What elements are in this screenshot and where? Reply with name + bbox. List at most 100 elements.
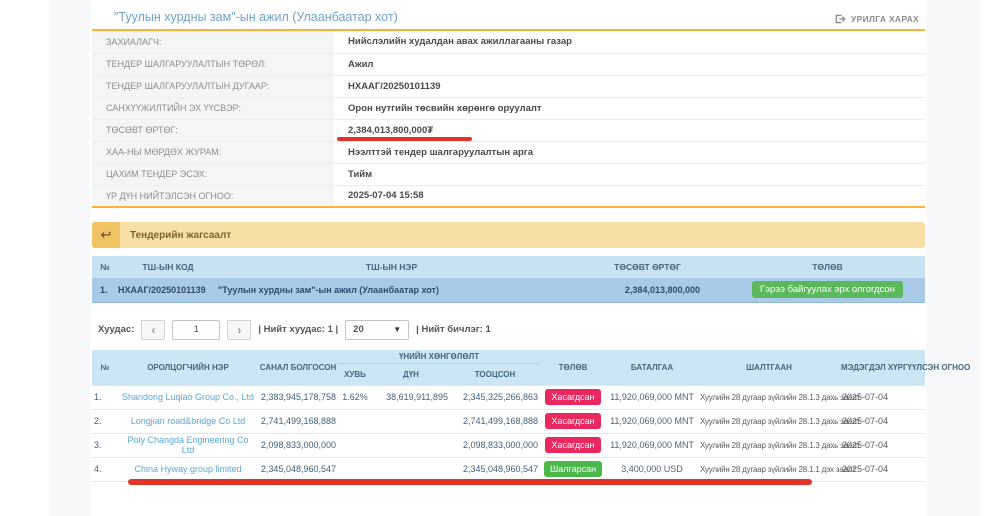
discount-percent — [338, 457, 372, 481]
participant-row: 3. Poly Changda Engineering Co Ltd 2,098… — [92, 433, 925, 457]
detail-row: ХАА-НЫ МӨРДӨХ ЖУРАМ:Нээлттэй тендер шалг… — [92, 141, 925, 163]
view-invitation-link[interactable]: УРИЛГА ХАРАХ — [835, 14, 919, 24]
detail-row: ТЕНДЕР ШАЛГАРУУЛАЛТЫН ДУГААР:НХААГ/20250… — [92, 75, 925, 97]
page-size-select[interactable]: 20 ▼ — [345, 320, 409, 340]
detail-label: ТӨСӨВТ ӨРТӨГ: — [92, 119, 334, 141]
rejection-reason: Хуулийн 28 дугаар зүйлийн 28.1.3 дахь за… — [698, 385, 840, 409]
tender-row-budget: 2,384,013,800,000 — [565, 278, 730, 302]
tender-row-code: НХААГ/20250101139 — [118, 278, 218, 302]
col-participant-name: ОРОЛЦОГЧИЙН НЭР — [118, 350, 258, 386]
tender-list-banner-label: Тендерийн жагсаалт — [130, 230, 231, 241]
col-offered: САНАЛ БОЛГОСОН — [258, 350, 338, 386]
detail-value: Нээлттэй тендер шалгаруулалтын арга — [334, 141, 925, 163]
participant-name-link[interactable]: Longjian road&bridge Co Ltd — [131, 416, 246, 426]
col-notified-date: МЭДЭГДЭЛ ХҮРГҮҮЛСЭН ОГНОО — [840, 350, 925, 386]
col-percent: ХУВЬ — [338, 363, 372, 385]
content-card: "Туулын хурдны зам"-ын ажил (Улаанбаатар… — [90, 0, 927, 516]
notified-date: 2025-07-04 — [840, 385, 925, 409]
chevron-down-icon: ▼ — [393, 325, 401, 334]
guarantee-amount: 11,920,069,000 MNT — [606, 385, 698, 409]
page-size-value: 20 — [353, 324, 364, 335]
notified-date: 2025-07-04 — [840, 409, 925, 433]
status-badge-rejected: Хасагдсан — [545, 389, 600, 405]
guarantee-amount: 11,920,069,000 MNT — [606, 433, 698, 457]
detail-row: ЗАХИАЛАГЧ:Нийслэлийн худалдан авах ажилл… — [92, 31, 925, 53]
detail-row: ҮР ДҮН НИЙТЭЛСЭН ОГНОО:2025-07-04 15:58 — [92, 185, 925, 207]
participant-row: 4. China Hyway group limited 2,345,048,9… — [92, 457, 925, 481]
guarantee-amount: 3,400,000 USD — [606, 457, 698, 481]
col-calculated: ТООЦСОН — [450, 363, 540, 385]
detail-value: НХААГ/20250101139 — [334, 75, 925, 97]
page-title: "Туулын хурдны зам"-ын ажил (Улаанбаатар… — [114, 10, 398, 24]
reply-arrow-icon: ↩ — [92, 222, 120, 248]
status-badge-rejected: Хасагдсан — [545, 437, 600, 453]
prev-page-button[interactable]: ‹ — [141, 320, 165, 340]
notified-date: 2025-07-04 — [840, 457, 925, 481]
tender-row-selected[interactable]: 1. НХААГ/20250101139 "Туулын хурдны зам"… — [92, 278, 925, 302]
participant-name-link[interactable]: Poly Changda Engineering Co Ltd — [127, 435, 248, 455]
col-name: ТШ-ЫН НЭР — [218, 256, 565, 278]
red-underline-annotation-winner — [128, 479, 812, 485]
col-budget: ТӨСӨВТ ӨРТӨГ — [565, 256, 730, 278]
discount-amount — [372, 433, 450, 457]
next-page-button[interactable]: › — [227, 320, 251, 340]
participants-table: № ОРОЛЦОГЧИЙН НЭР САНАЛ БОЛГОСОН ҮНИЙН Х… — [92, 350, 925, 482]
status-badge-awarded: Гэрээ байгуулах эрх олгогдсон — [752, 281, 903, 298]
tender-list-table: № ТШ-ЫН КОД ТШ-ЫН НЭР ТӨСӨВТ ӨРТӨГ ТӨЛӨВ… — [92, 256, 925, 303]
pagination-label: Хуудас: — [98, 324, 134, 335]
col-reason: ШАЛТГААН — [698, 350, 840, 386]
offered-price: 2,345,048,960,547 — [258, 457, 338, 481]
notified-date: 2025-07-04 — [840, 433, 925, 457]
detail-label: ЦАХИМ ТЕНДЕР ЭСЭХ: — [92, 163, 334, 185]
rejection-reason: Хуулийн 28 дугаар зүйлийн 28.1.1 дэх заа… — [698, 457, 840, 481]
detail-label: ТЕНДЕР ШАЛГАРУУЛАЛТЫН ДУГААР: — [92, 75, 334, 97]
detail-label: ҮР ДҮН НИЙТЭЛСЭН ОГНОО: — [92, 185, 334, 207]
calculated-price: 2,345,048,960,547 — [450, 457, 540, 481]
participant-no: 1. — [92, 385, 118, 409]
participant-no: 4. — [92, 457, 118, 481]
detail-label: ЗАХИАЛАГЧ: — [92, 31, 334, 53]
calculated-price: 2,345,325,266,863 — [450, 385, 540, 409]
col-group-price-discount: ҮНИЙН ХӨНГӨЛӨЛТ — [338, 350, 540, 364]
tender-details-table: ЗАХИАЛАГЧ:Нийслэлийн худалдан авах ажилл… — [92, 31, 925, 208]
rejection-reason: Хуулийн 28 дугаар зүйлийн 28.1.3 дахь за… — [698, 409, 840, 433]
page-number-input[interactable] — [172, 320, 220, 340]
calculated-price: 2,098,833,000,000 — [450, 433, 540, 457]
offered-price: 2,098,833,000,000 — [258, 433, 338, 457]
total-records-label: | Нийт бичлэг: 1 — [416, 324, 491, 335]
col-status: ТӨЛӨВ — [730, 256, 925, 278]
view-invitation-label: УРИЛГА ХАРАХ — [851, 14, 919, 24]
detail-value: Орон нутгийн төсвийн хөрөнгө оруулалт — [334, 97, 925, 119]
col-code: ТШ-ЫН КОД — [118, 256, 218, 278]
participant-name-link[interactable]: China Hyway group limited — [134, 464, 241, 474]
tender-row-name: "Туулын хурдны зам"-ын ажил (Улаанбаатар… — [218, 278, 565, 302]
detail-value: Нийслэлийн худалдан авах ажиллагааны газ… — [334, 31, 925, 53]
detail-value: 2025-07-04 15:58 — [334, 185, 925, 207]
detail-label: ХАА-НЫ МӨРДӨХ ЖУРАМ: — [92, 141, 334, 163]
status-badge-rejected: Хасагдсан — [545, 413, 600, 429]
offered-price: 2,741,499,168,888 — [258, 409, 338, 433]
discount-percent: 1.62% — [338, 385, 372, 409]
detail-row: ЦАХИМ ТЕНДЕР ЭСЭХ:Тийм — [92, 163, 925, 185]
discount-amount: 38,619,911,895 — [372, 385, 450, 409]
discount-amount — [372, 457, 450, 481]
tender-list-banner: ↩ Тендерийн жагсаалт — [92, 222, 925, 248]
participant-name-link[interactable]: Shandong Luqiao Group Co., Ltd — [122, 392, 254, 402]
detail-value: Ажил — [334, 53, 925, 75]
rejection-reason: Хуулийн 28 дугаар зүйлийн 28.1.3 дахь за… — [698, 433, 840, 457]
tender-row-no: 1. — [92, 278, 118, 302]
detail-row: ТЕНДЕР ШАЛГАРУУЛАЛТЫН ТӨРӨЛ:Ажил — [92, 53, 925, 75]
discount-percent — [338, 409, 372, 433]
detail-label: САНХҮҮЖИЛТИЙН ЭХ ҮҮСВЭР: — [92, 97, 334, 119]
detail-value: Тийм — [334, 163, 925, 185]
discount-percent — [338, 433, 372, 457]
card-header: "Туулын хурдны зам"-ын ажил (Улаанбаатар… — [92, 0, 925, 31]
col-status: ТӨЛӨВ — [540, 350, 606, 386]
total-pages-label: | Нийт хуудас: 1 | — [258, 324, 338, 335]
col-no: № — [92, 256, 118, 278]
detail-row: ТӨСӨВТ ӨРТӨГ:2,384,013,800,000₮ — [92, 119, 925, 141]
red-underline-annotation-budget — [337, 137, 472, 141]
col-amount: ДҮН — [372, 363, 450, 385]
offered-price: 2,383,945,178,758 — [258, 385, 338, 409]
participants-header-group-row: № ОРОЛЦОГЧИЙН НЭР САНАЛ БОЛГОСОН ҮНИЙН Х… — [92, 350, 925, 364]
